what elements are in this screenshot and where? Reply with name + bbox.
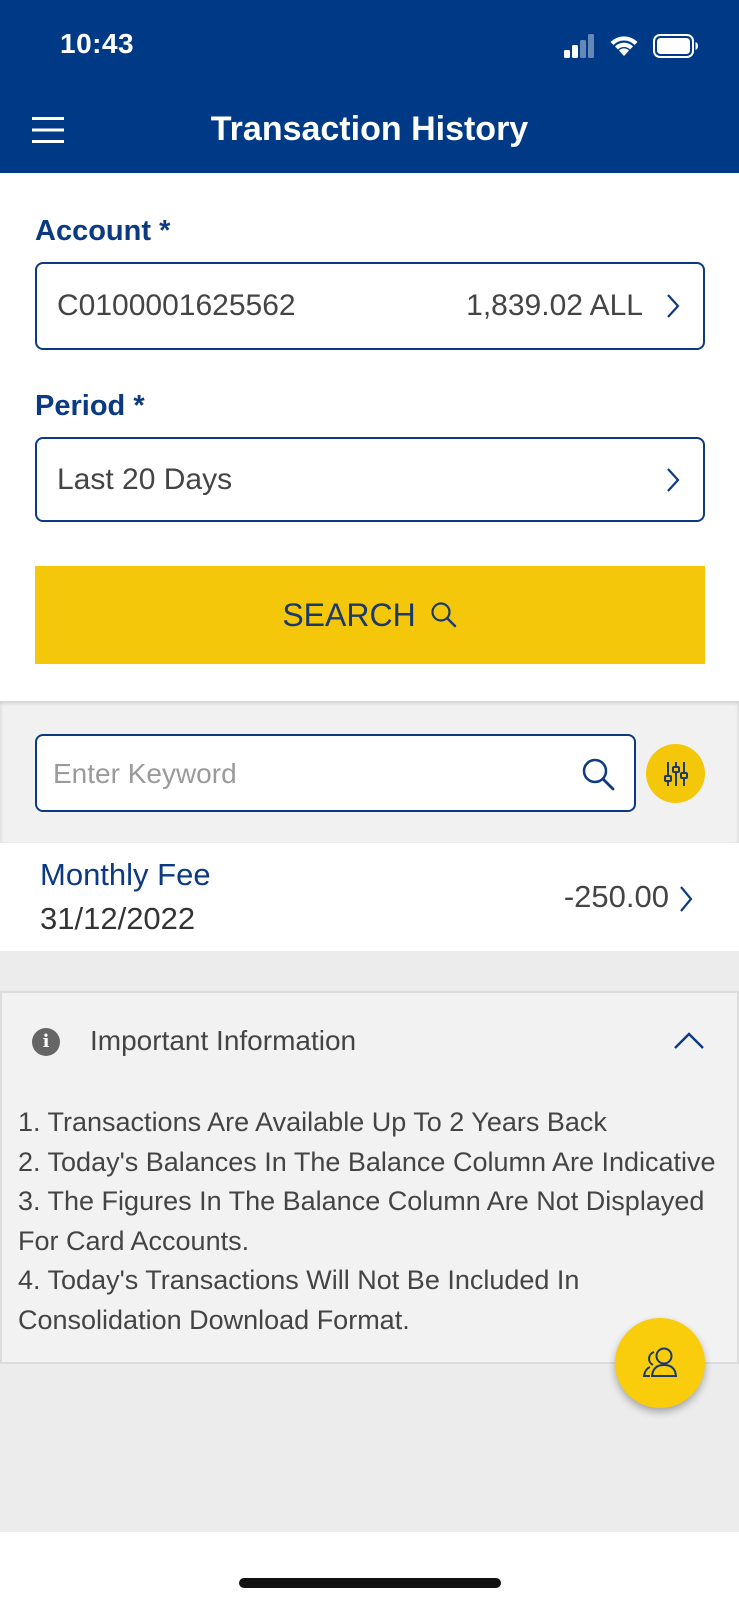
period-selector[interactable]: Last 20 Days — [35, 437, 705, 522]
home-indicator[interactable] — [239, 1578, 501, 1588]
chevron-right-icon — [667, 294, 680, 318]
account-label: Account * — [35, 215, 170, 248]
period-label-text: Period — [35, 390, 126, 422]
wifi-icon — [610, 36, 638, 56]
period-value: Last 20 Days — [57, 463, 233, 496]
important-info-header[interactable]: i Important Information — [2, 993, 737, 1085]
account-label-text: Account — [35, 215, 151, 247]
page-title: Transaction History — [210, 110, 529, 148]
period-label: Period * — [35, 390, 145, 423]
chevron-right-icon — [667, 468, 680, 492]
sliders-filter-icon — [663, 761, 688, 786]
transaction-row[interactable]: Monthly Fee 31/12/2022 -250.00 — [0, 843, 739, 951]
search-button[interactable]: SEARCH — [35, 566, 705, 664]
account-number: C0100001625562 — [57, 289, 296, 322]
battery-icon — [653, 34, 698, 58]
search-icon — [431, 602, 456, 628]
filter-bar — [0, 701, 739, 843]
search-button-label: SEARCH — [282, 596, 416, 633]
chevron-right-icon — [680, 886, 693, 912]
keyword-field[interactable] — [35, 734, 636, 812]
status-time: 10:43 — [60, 28, 135, 59]
status-icons — [563, 32, 699, 60]
search-icon[interactable] — [580, 756, 616, 792]
bottom-safe-area — [0, 1532, 739, 1600]
support-button[interactable] — [615, 1318, 705, 1408]
required-mark: * — [133, 390, 145, 422]
required-mark: * — [159, 215, 171, 247]
keyword-input[interactable] — [53, 754, 553, 794]
transaction-name: Monthly Fee — [40, 857, 211, 892]
account-balance: 1,839.02 ALL — [466, 289, 643, 322]
transaction-date: 31/12/2022 — [40, 901, 196, 936]
status-bar: 10:43 — [0, 0, 739, 90]
info-line: 3. The Figures In The Balance Column Are… — [18, 1186, 705, 1256]
cellular-signal-icon — [564, 34, 594, 58]
important-info-title: Important Information — [90, 1025, 357, 1056]
info-line: 4. Today's Transactions Will Not Be Incl… — [18, 1265, 580, 1335]
account-selector[interactable]: C0100001625562 1,839.02 ALL — [35, 262, 705, 350]
filter-button[interactable] — [646, 744, 705, 803]
chevron-up-icon[interactable] — [673, 1031, 705, 1051]
info-line: 1. Transactions Are Available Up To 2 Ye… — [18, 1107, 607, 1137]
transaction-amount: -250.00 — [563, 879, 669, 914]
info-line: 2. Today's Balances In The Balance Colum… — [18, 1146, 716, 1177]
nav-bar: Transaction History — [0, 90, 739, 173]
important-info-panel: i Important Information 1. Transactions … — [0, 991, 739, 1364]
search-form: Account * C0100001625562 1,839.02 ALL Pe… — [0, 173, 739, 701]
important-info-list: 1. Transactions Are Available Up To 2 Ye… — [18, 1103, 733, 1340]
support-users-icon — [642, 1347, 678, 1377]
info-icon: i — [32, 1028, 60, 1056]
